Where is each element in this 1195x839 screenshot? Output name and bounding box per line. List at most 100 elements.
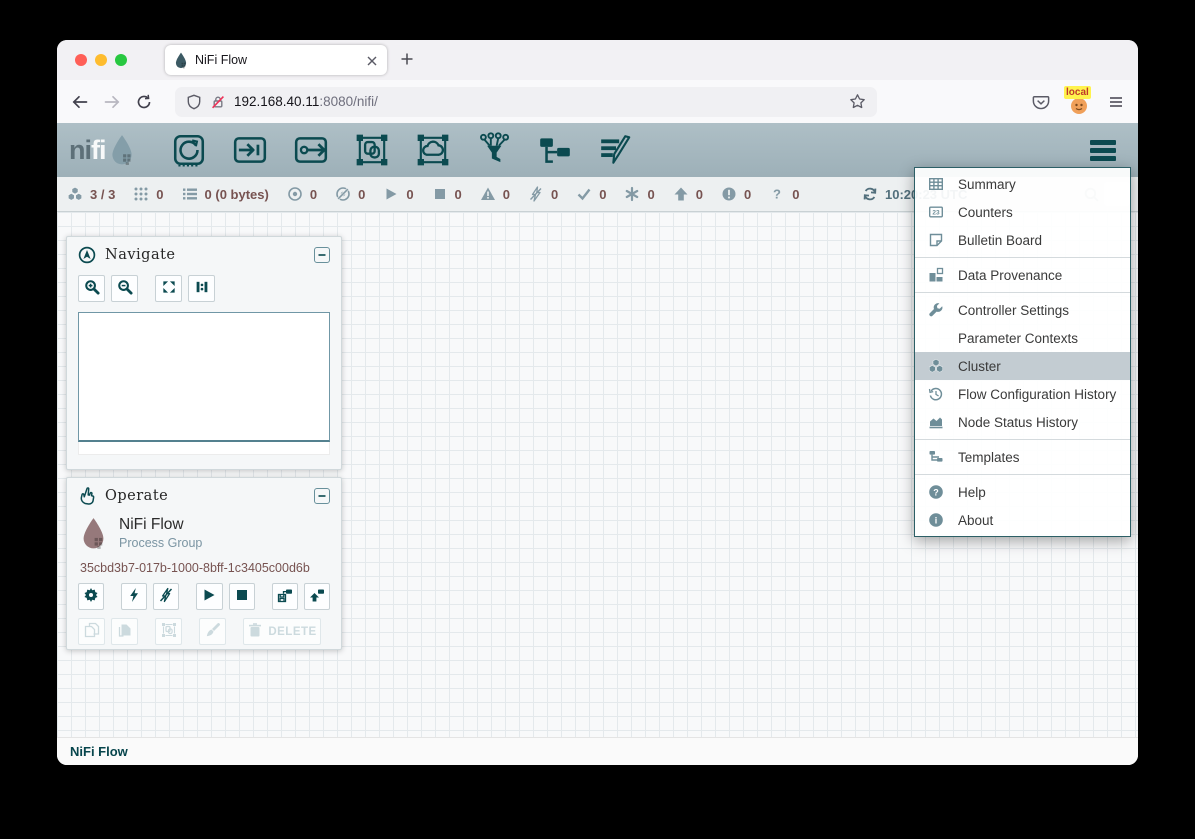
zoom-in-button[interactable]: [78, 275, 105, 302]
toolbar-remote-process-group[interactable]: [415, 132, 451, 168]
url-bar[interactable]: 192.168.40.11:8080/nifi/: [175, 87, 877, 117]
cluster-nodes-icon: [67, 186, 83, 202]
counters-icon: 23: [927, 204, 945, 220]
new-tab-button[interactable]: [400, 52, 414, 66]
save-template-button[interactable]: [272, 583, 298, 610]
menu-item-templates[interactable]: Templates: [915, 443, 1130, 471]
toolbar-funnel[interactable]: [476, 132, 512, 168]
status-sync-failure: ? 0: [769, 186, 799, 202]
shield-icon[interactable]: [186, 94, 202, 110]
refresh-icon[interactable]: [862, 186, 878, 202]
funnel-icon: [476, 155, 512, 172]
status-up-to-date: 0: [576, 186, 606, 202]
input-port-icon: [232, 155, 268, 172]
zoom-in-icon: [84, 279, 100, 298]
operate-header: Operate: [67, 478, 341, 508]
tab-title: NiFi Flow: [195, 53, 359, 67]
navigate-collapse-button[interactable]: [314, 247, 330, 263]
processor-icon: [171, 155, 207, 172]
avatar-icon: [1070, 97, 1088, 115]
browser-tab[interactable]: NiFi Flow: [165, 45, 387, 75]
zoom-actual-icon: [194, 279, 210, 298]
navigate-panel: Navigate: [66, 236, 342, 470]
toolbar-label[interactable]: [598, 132, 634, 168]
toolbar-process-group[interactable]: [354, 132, 390, 168]
back-icon[interactable]: [71, 93, 89, 111]
disable-button[interactable]: [153, 583, 179, 610]
node-status-history-icon: [927, 414, 945, 430]
menu-item-data-provenance[interactable]: Data Provenance: [915, 261, 1130, 289]
selected-component: NiFi Flow Process Group: [67, 508, 341, 550]
window-minimize-button[interactable]: [95, 54, 107, 66]
menu-item-node-status-history[interactable]: Node Status History: [915, 408, 1130, 436]
menu-divider: [915, 257, 1130, 258]
upload-template-icon: [309, 587, 325, 606]
bookmark-star-icon[interactable]: [849, 93, 866, 110]
sync-failure-icon: ?: [769, 186, 785, 202]
delete-button[interactable]: DELETE: [243, 618, 321, 645]
desktop-background: NiFi Flow 192.168.40.11:8080/nifi/ local: [0, 0, 1195, 839]
menu-item-help[interactable]: ? Help: [915, 478, 1130, 506]
menu-item-counters[interactable]: 23 Counters: [915, 198, 1130, 226]
menu-item-flow-configuration-history[interactable]: Flow Configuration History: [915, 380, 1130, 408]
disable-icon: [158, 587, 174, 606]
running-icon: [383, 186, 399, 202]
transmitting-icon: [287, 186, 303, 202]
upload-template-button[interactable]: [304, 583, 330, 610]
birdseye-map[interactable]: [78, 312, 330, 442]
zoom-fit-button[interactable]: [155, 275, 182, 302]
data-provenance-icon: [927, 267, 945, 283]
forward-icon[interactable]: [103, 93, 121, 111]
nifi-drop-icon: [109, 134, 135, 166]
flow-configuration-history-icon: [927, 386, 945, 402]
reload-icon[interactable]: [135, 93, 153, 111]
hand-icon: [78, 487, 96, 505]
paste-button[interactable]: [111, 618, 138, 645]
copy-button[interactable]: [78, 618, 105, 645]
profile-avatar[interactable]: local: [1067, 89, 1091, 115]
global-menu-button[interactable]: [1090, 140, 1116, 161]
start-button[interactable]: [196, 583, 222, 610]
status-stale: 0: [673, 186, 703, 202]
zoom-actual-button[interactable]: [188, 275, 215, 302]
tab-close-icon[interactable]: [366, 54, 378, 66]
insecure-lock-icon[interactable]: [210, 94, 226, 110]
controller-settings-icon: [927, 302, 945, 318]
window-zoom-button[interactable]: [115, 54, 127, 66]
zoom-fit-icon: [161, 279, 177, 298]
operate-panel: Operate NiFi Flow Process Group 35cbd3b7…: [66, 477, 342, 650]
toolbar-processor[interactable]: [171, 132, 207, 168]
toolbar-template[interactable]: [537, 132, 573, 168]
locally-modified-stale-icon: [721, 186, 737, 202]
menu-item-bulletin-board[interactable]: Bulletin Board: [915, 226, 1130, 254]
delete-icon: [247, 622, 263, 641]
zoom-out-button[interactable]: [111, 275, 138, 302]
menu-divider: [915, 474, 1130, 475]
remote-process-group-icon: [415, 155, 451, 172]
enable-button[interactable]: [121, 583, 147, 610]
invalid-icon: [480, 186, 496, 202]
operate-collapse-button[interactable]: [314, 488, 330, 504]
menu-item-cluster[interactable]: Cluster: [915, 352, 1130, 380]
browser-menu-icon[interactable]: [1108, 94, 1124, 110]
menu-item-summary[interactable]: Summary: [915, 170, 1130, 198]
browser-navbar: 192.168.40.11:8080/nifi/ local: [57, 80, 1138, 123]
group-button[interactable]: [155, 618, 182, 645]
svg-text:i: i: [935, 516, 938, 526]
nifi-logo: ni fi: [69, 134, 135, 166]
fill-color-button[interactable]: [199, 618, 226, 645]
window-close-button[interactable]: [75, 54, 87, 66]
browser-titlebar: NiFi Flow: [57, 40, 1138, 80]
stop-button[interactable]: [229, 583, 255, 610]
toolbar-output-port[interactable]: [293, 132, 329, 168]
menu-item-controller-settings[interactable]: Controller Settings: [915, 296, 1130, 324]
pocket-icon[interactable]: [1032, 93, 1050, 111]
queued-icon: [182, 186, 198, 202]
group-icon: [161, 622, 177, 641]
configuration-button[interactable]: [78, 583, 104, 610]
toolbar-input-port[interactable]: [232, 132, 268, 168]
menu-item-parameter-contexts[interactable]: Parameter Contexts: [915, 324, 1130, 352]
menu-item-about[interactable]: i About: [915, 506, 1130, 534]
flow-name: NiFi Flow: [119, 516, 202, 534]
breadcrumb[interactable]: NiFi Flow: [70, 744, 128, 759]
